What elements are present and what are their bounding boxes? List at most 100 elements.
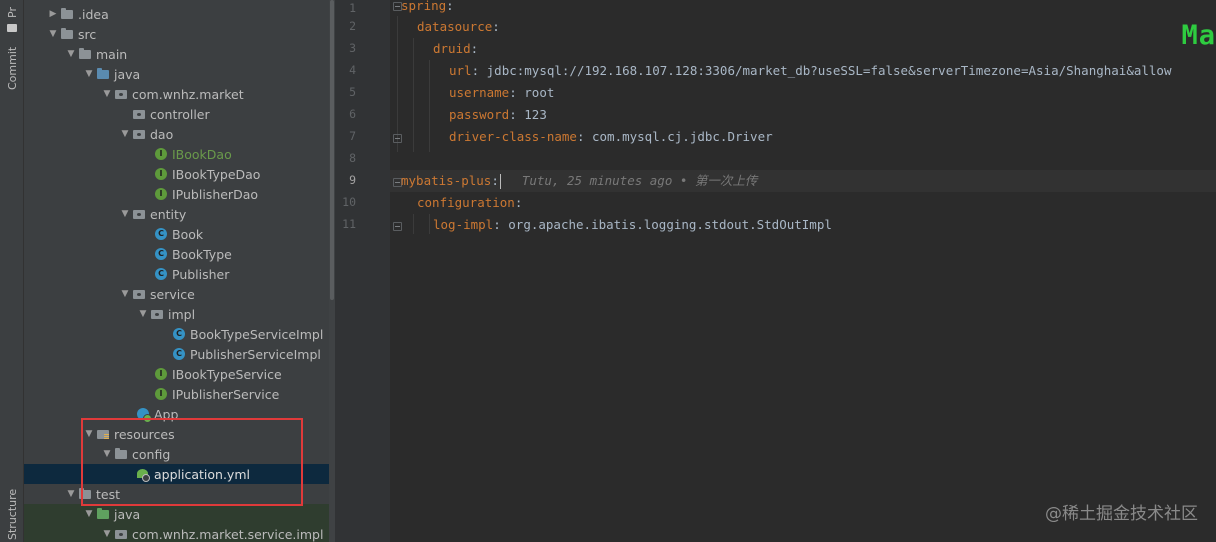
- class-icon: [154, 267, 168, 281]
- tree-item-publisher[interactable]: Publisher: [24, 264, 335, 284]
- tree-item-label: Book: [172, 226, 204, 242]
- tree-item-booktype[interactable]: BookType: [24, 244, 335, 264]
- yaml-key: url: [449, 63, 472, 78]
- tree-item-label: service: [150, 286, 195, 302]
- collapse-arrow-icon[interactable]: ▼: [136, 304, 150, 324]
- project-tool-tab[interactable]: Pr: [3, 4, 21, 32]
- yaml-key: configuration: [417, 195, 515, 210]
- line-number: 6: [349, 107, 356, 121]
- line-gutter: [335, 0, 390, 542]
- indent-guide: [397, 16, 398, 152]
- package-icon: [132, 207, 146, 221]
- tree-item-label: test: [96, 486, 121, 502]
- tree-item-label: Publisher: [172, 266, 230, 282]
- collapse-arrow-icon[interactable]: ▼: [118, 284, 132, 304]
- folder-icon: [60, 27, 74, 41]
- interface-icon: [154, 367, 168, 381]
- code-line[interactable]: url: jdbc:mysql://192.168.107.128:3306/m…: [401, 60, 1216, 82]
- collapse-arrow-icon[interactable]: ▼: [64, 44, 78, 64]
- yaml-key: datasource: [417, 19, 493, 34]
- code-line[interactable]: datasource:: [401, 16, 1216, 38]
- folder-icon: [78, 487, 92, 501]
- tree-item-label: controller: [150, 106, 210, 122]
- line-number: 5: [349, 85, 356, 99]
- tree-item-ipublisherdao[interactable]: IPublisherDao: [24, 184, 335, 204]
- line-number: 3: [349, 41, 356, 55]
- tree-item-config[interactable]: ▼ config: [24, 444, 335, 464]
- yaml-value: 123: [524, 107, 547, 122]
- yaml-sep: :: [493, 217, 509, 232]
- tree-item-idea[interactable]: ▶ .idea: [24, 4, 335, 24]
- package-icon: [114, 87, 128, 101]
- code-line[interactable]: log-impl: org.apache.ibatis.logging.stdo…: [401, 214, 1216, 236]
- tree-item-service[interactable]: ▼ service: [24, 284, 335, 304]
- commit-tool-tab[interactable]: Commit: [3, 46, 21, 94]
- tree-item-label: main: [96, 46, 128, 62]
- collapse-arrow-icon[interactable]: ▼: [46, 24, 60, 44]
- tree-item-package-market[interactable]: ▼ com.wnhz.market: [24, 84, 335, 104]
- corner-logo-text: Ma: [1181, 20, 1216, 51]
- code-line[interactable]: driver-class-name: com.mysql.cj.jdbc.Dri…: [401, 126, 1216, 148]
- yaml-value: org.apache.ibatis.logging.stdout.StdOutI…: [508, 217, 832, 232]
- collapse-arrow-icon[interactable]: ▼: [82, 424, 96, 444]
- package-icon: [132, 287, 146, 301]
- tree-item-publisherserviceimpl[interactable]: PublisherServiceImpl: [24, 344, 335, 364]
- project-folder-icon: [7, 24, 17, 32]
- collapse-arrow-icon[interactable]: ▼: [82, 504, 96, 524]
- collapse-arrow-icon[interactable]: ▼: [64, 484, 78, 504]
- tree-item-label: config: [132, 446, 171, 462]
- collapse-arrow-icon[interactable]: ▼: [100, 444, 114, 464]
- tree-item-label: com.wnhz.market.service.impl: [132, 526, 324, 542]
- code-line-current[interactable]: mybatis-plus: Tutu, 25 minutes ago • 第一次上…: [401, 170, 1216, 192]
- yaml-value: jdbc:mysql://192.168.107.128:3306/market…: [486, 63, 1172, 78]
- tree-item-book[interactable]: Book: [24, 224, 335, 244]
- tree-item-ipublisherservice[interactable]: IPublisherService: [24, 384, 335, 404]
- tree-item-src[interactable]: ▼ src: [24, 24, 335, 44]
- collapse-arrow-icon[interactable]: ▼: [118, 204, 132, 224]
- structure-tool-tab[interactable]: Structure: [3, 488, 21, 540]
- code-line[interactable]: spring:: [401, 0, 1216, 17]
- line-number: 8: [349, 151, 356, 165]
- code-line[interactable]: password: 123: [401, 104, 1216, 126]
- collapse-arrow-icon[interactable]: ▼: [100, 84, 114, 104]
- interface-icon: [154, 387, 168, 401]
- tree-item-label: IBookDao: [172, 146, 232, 162]
- tree-item-ibookdao[interactable]: IBookDao: [24, 144, 335, 164]
- folder-icon: [114, 447, 128, 461]
- tree-item-controller[interactable]: ▶ controller: [24, 104, 335, 124]
- interface-icon: [154, 167, 168, 181]
- yaml-key: log-impl: [433, 217, 494, 232]
- code-editor[interactable]: 1 2 3 4 5 6 7 8 9 10 11 spring: datasour…: [335, 0, 1216, 542]
- collapse-arrow-icon[interactable]: ▼: [118, 124, 132, 144]
- tree-item-booktypeserviceimpl[interactable]: BookTypeServiceImpl: [24, 324, 335, 344]
- tree-item-ibooktypedao[interactable]: IBookTypeDao: [24, 164, 335, 184]
- scrollbar-thumb[interactable]: [330, 0, 334, 300]
- code-line[interactable]: druid:: [401, 38, 1216, 60]
- line-number: 10: [342, 195, 356, 209]
- package-icon: [150, 307, 164, 321]
- yaml-key: spring: [401, 0, 447, 13]
- yaml-key: password: [449, 107, 510, 122]
- yaml-sep: :: [509, 85, 525, 100]
- tree-item-resources[interactable]: ▼ resources: [24, 424, 335, 444]
- tree-item-main[interactable]: ▼ main: [24, 44, 335, 64]
- code-line[interactable]: username: root: [401, 82, 1216, 104]
- tree-item-application-yml[interactable]: application.yml: [24, 464, 335, 484]
- tree-item-test-java[interactable]: ▼ java: [24, 504, 335, 524]
- tree-item-app[interactable]: App: [24, 404, 335, 424]
- tree-item-dao[interactable]: ▼ dao: [24, 124, 335, 144]
- tree-item-entity[interactable]: ▼ entity: [24, 204, 335, 224]
- expand-arrow-icon[interactable]: ▶: [46, 4, 60, 24]
- tree-item-label: App: [154, 406, 179, 422]
- collapse-arrow-icon[interactable]: ▼: [82, 64, 96, 84]
- tree-item-ibooktypeservice[interactable]: IBookTypeService: [24, 364, 335, 384]
- tree-item-test-package[interactable]: ▼ com.wnhz.market.service.impl: [24, 524, 335, 542]
- tree-item-label: application.yml: [154, 466, 250, 482]
- tree-item-impl[interactable]: ▼ impl: [24, 304, 335, 324]
- yaml-key: mybatis-plus: [401, 173, 492, 188]
- tree-item-java[interactable]: ▼ java: [24, 64, 335, 84]
- collapse-arrow-icon[interactable]: ▼: [100, 524, 114, 542]
- tree-item-test[interactable]: ▼ test: [24, 484, 335, 504]
- class-icon: [172, 347, 186, 361]
- code-line[interactable]: configuration:: [401, 192, 1216, 214]
